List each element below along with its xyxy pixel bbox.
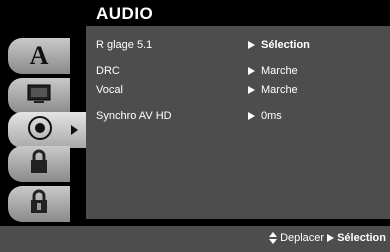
header: AUDIO <box>86 0 390 26</box>
audio-setup-screen: AUDIO A R glage 5.1 Sélection DRC Marche… <box>0 0 390 252</box>
tab-audio[interactable] <box>8 112 86 148</box>
selected-arrow-icon <box>71 125 78 135</box>
menu-item-value: Marche <box>261 65 298 77</box>
menu-item-value: Marche <box>261 84 298 96</box>
menu-item-value: 0ms <box>261 110 282 122</box>
tab-others[interactable] <box>8 186 70 222</box>
page-title: AUDIO <box>96 4 154 23</box>
select-hint: Sélection <box>337 232 386 244</box>
menu-item-drc[interactable]: DRC Marche <box>96 65 390 83</box>
menu-item-hd-av-sync[interactable]: Synchro AV HD 0ms <box>96 110 390 128</box>
menu-item-vocal[interactable]: Vocal Marche <box>96 84 390 102</box>
menu-item-label: R glage 5.1 <box>96 39 153 51</box>
speaker-icon <box>26 115 54 146</box>
menu-item-5-1-setup[interactable]: R glage 5.1 Sélection <box>96 39 390 57</box>
menu-item-label: Vocal <box>96 84 123 96</box>
settings-panel: R glage 5.1 Sélection DRC Marche Vocal M… <box>86 26 390 219</box>
arrow-right-icon <box>248 67 255 76</box>
arrow-right-icon <box>248 112 255 121</box>
arrow-right-icon <box>248 86 255 95</box>
arrow-right-icon <box>327 234 335 242</box>
menu-item-label: Synchro AV HD <box>96 110 172 122</box>
category-rail: A <box>0 26 86 252</box>
letter-a-icon: A <box>29 41 49 70</box>
footer-hint: Deplacer Sélection <box>269 232 386 244</box>
lock-key-icon <box>27 189 51 220</box>
tab-display[interactable] <box>8 78 70 114</box>
tab-language[interactable]: A <box>8 38 70 74</box>
arrow-right-icon <box>248 41 255 50</box>
lock-icon <box>28 149 50 180</box>
menu-item-value: Sélection <box>261 39 310 51</box>
up-down-arrows-icon <box>269 232 278 244</box>
footer-hint-bar: Deplacer Sélection <box>0 226 390 252</box>
monitor-icon <box>26 83 52 110</box>
menu-item-label: DRC <box>96 65 120 77</box>
tab-lock[interactable] <box>8 146 70 182</box>
move-hint: Deplacer <box>280 232 325 244</box>
